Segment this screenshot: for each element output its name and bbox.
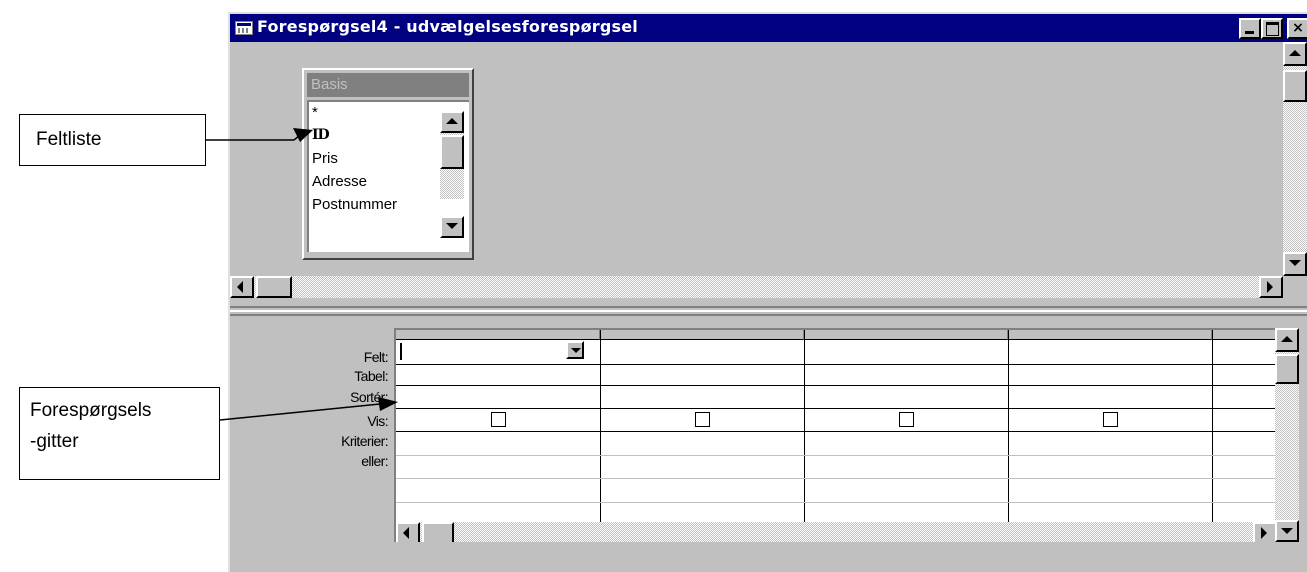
row-label-sorter: Sortér: xyxy=(350,389,388,405)
grid-row-divider xyxy=(396,431,1275,432)
field-list-scroll-up-button[interactable] xyxy=(440,111,464,133)
vis-checkbox[interactable] xyxy=(695,412,710,427)
grid-scroll-right-button[interactable] xyxy=(1253,522,1275,542)
grid-scroll-up-button[interactable] xyxy=(1275,328,1299,352)
field-item-id[interactable]: ID xyxy=(312,127,330,143)
column-selector[interactable] xyxy=(396,330,600,340)
column-selector[interactable] xyxy=(805,330,1008,340)
felt-dropdown-button[interactable] xyxy=(566,341,584,359)
minimize-button[interactable] xyxy=(1239,18,1261,39)
grid-column[interactable] xyxy=(1213,330,1275,542)
grid-scroll-left-button[interactable] xyxy=(396,522,420,542)
callout-query-grid: Forespørgsels -gitter xyxy=(19,387,220,480)
arrow-down-icon xyxy=(1281,528,1293,534)
grid-row-divider xyxy=(396,455,1275,456)
table-pane-hscroll-thumb[interactable] xyxy=(256,276,292,298)
grid-row-labels: Felt: Tabel: Sortér: Vis: Kriterier: ell… xyxy=(230,318,389,518)
grid-row-divider xyxy=(396,478,1275,479)
query-window-icon[interactable] xyxy=(235,21,253,35)
field-list-scroll-down-button[interactable] xyxy=(440,216,464,238)
table-pane-scroll-left-button[interactable] xyxy=(230,276,254,298)
row-label-eller: eller: xyxy=(361,453,388,469)
query-design-grid[interactable] xyxy=(394,328,1275,542)
row-label-kriterier: Kriterier: xyxy=(341,433,389,449)
title-bar[interactable]: Forespørgsel4 - udvælgelsesforespørgsel … xyxy=(230,14,1307,42)
arrow-right-icon xyxy=(1267,281,1273,293)
arrow-left-icon xyxy=(237,281,243,293)
field-list-body: * ID Pris Adresse Postnummer xyxy=(307,100,469,252)
table-pane-scroll-up-button[interactable] xyxy=(1283,42,1307,66)
close-button[interactable]: × xyxy=(1287,18,1307,39)
felt-input-cursor xyxy=(400,343,402,360)
arrow-up-icon xyxy=(1281,336,1293,342)
grid-column[interactable] xyxy=(601,330,805,542)
column-selector[interactable] xyxy=(1009,330,1212,340)
grid-hscroll-thumb[interactable] xyxy=(422,522,454,542)
arrow-left-icon xyxy=(403,527,409,539)
arrow-up-icon xyxy=(446,118,458,124)
arrow-right-icon xyxy=(1261,527,1267,539)
query-design-window: Forespørgsel4 - udvælgelsesforespørgsel … xyxy=(228,12,1307,572)
arrow-down-icon xyxy=(1289,260,1301,266)
grid-hscroll-track[interactable] xyxy=(420,522,1253,542)
callout-feltliste: Feltliste xyxy=(19,114,206,166)
field-item-pris[interactable]: Pris xyxy=(312,150,338,167)
grid-row-divider xyxy=(396,385,1275,386)
column-selector[interactable] xyxy=(1213,330,1275,340)
vis-checkbox[interactable] xyxy=(899,412,914,427)
table-pane-scroll-right-button[interactable] xyxy=(1259,276,1283,298)
row-label-felt: Felt: xyxy=(363,349,389,365)
grid-row-divider xyxy=(396,364,1275,365)
column-selector[interactable] xyxy=(601,330,804,340)
grid-column[interactable] xyxy=(396,330,601,542)
query-grid-pane[interactable]: Felt: Tabel: Sortér: Vis: Kriterier: ell… xyxy=(230,318,1307,572)
pane-splitter[interactable] xyxy=(230,306,1307,316)
field-list-title[interactable]: Basis xyxy=(307,73,469,97)
grid-row-divider xyxy=(396,408,1275,409)
arrow-up-icon xyxy=(1289,50,1301,56)
table-pane[interactable]: Basis * ID Pris Adresse Postnummer xyxy=(230,42,1307,298)
table-pane-hscroll-track[interactable] xyxy=(254,276,1259,298)
grid-vscroll-thumb[interactable] xyxy=(1275,354,1299,384)
maximize-button[interactable] xyxy=(1261,18,1283,39)
window-title: Forespørgsel4 - udvælgelsesforespørgsel xyxy=(257,17,638,36)
table-pane-vscroll-thumb[interactable] xyxy=(1283,70,1307,102)
field-item-all[interactable]: * xyxy=(312,104,318,121)
arrow-down-icon xyxy=(446,223,458,229)
row-label-vis: Vis: xyxy=(367,413,388,429)
row-label-tabel: Tabel: xyxy=(354,368,388,384)
vis-checkbox[interactable] xyxy=(1103,412,1118,427)
field-list-basis[interactable]: Basis * ID Pris Adresse Postnummer xyxy=(302,68,474,260)
vis-checkbox[interactable] xyxy=(491,412,506,427)
field-list-scroll-thumb[interactable] xyxy=(440,135,464,169)
grid-row-divider xyxy=(396,502,1275,503)
callout-feltliste-text: Feltliste xyxy=(36,129,102,150)
field-item-postnummer[interactable]: Postnummer xyxy=(312,196,397,213)
grid-column[interactable] xyxy=(1009,330,1213,542)
table-pane-scroll-down-button[interactable] xyxy=(1283,252,1307,276)
grid-column[interactable] xyxy=(805,330,1009,542)
grid-scroll-down-button[interactable] xyxy=(1275,520,1299,542)
chevron-down-icon xyxy=(571,348,581,353)
field-item-adresse[interactable]: Adresse xyxy=(312,173,367,190)
callout-query-grid-line1: Forespørgsels xyxy=(30,400,152,421)
callout-query-grid-line2: -gitter xyxy=(30,431,79,452)
